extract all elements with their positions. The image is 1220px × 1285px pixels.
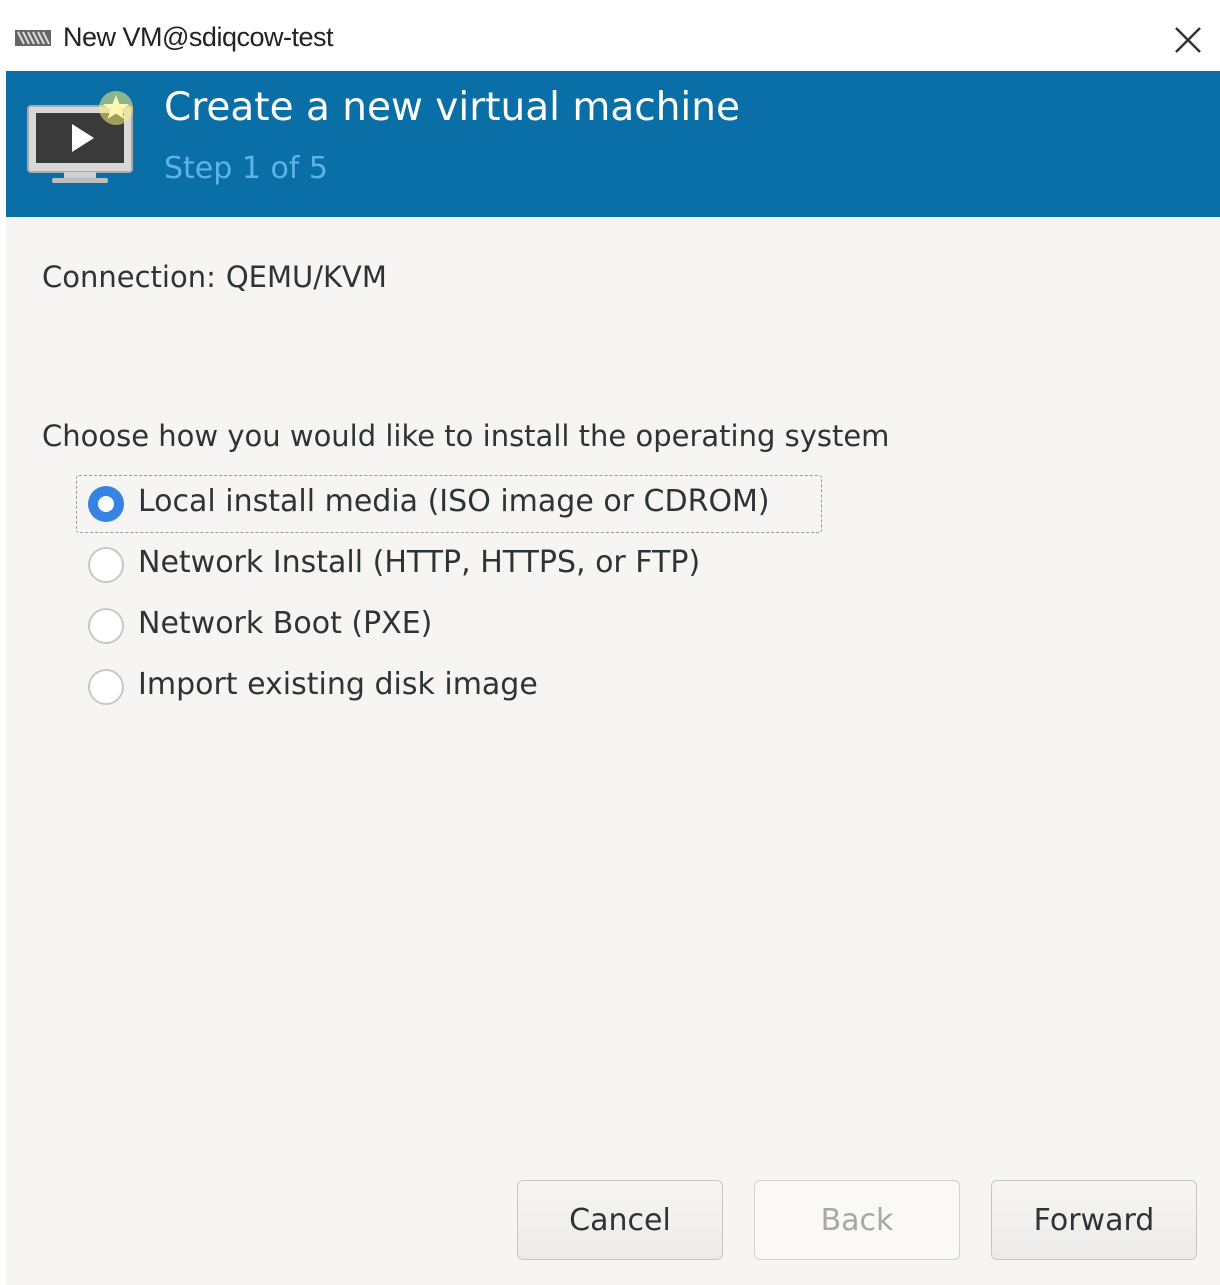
radio-network-boot[interactable]: Network Boot (PXE) [78, 600, 838, 656]
window-title: New VM@sdiqcow-test [63, 22, 333, 52]
close-button[interactable] [1170, 22, 1206, 58]
new-vm-dialog: New VM@sdiqcow-test Create a new virtual… [6, 10, 1220, 1285]
radio-local-install-media[interactable]: Local install media (ISO image or CDROM) [76, 475, 838, 534]
connection-info: Connection: QEMU/KVM [42, 260, 387, 294]
radio-network-install[interactable]: Network Install (HTTP, HTTPS, or FTP) [78, 539, 838, 595]
connection-value: QEMU/KVM [225, 260, 387, 294]
radio-button[interactable] [88, 669, 124, 705]
wizard-header: Create a new virtual machine Step 1 of 5 [6, 71, 1220, 217]
back-button[interactable]: Back [754, 1180, 960, 1260]
close-icon [1175, 27, 1201, 53]
install-method-prompt: Choose how you would like to install the… [42, 419, 890, 453]
title-bar: New VM@sdiqcow-test [6, 10, 1220, 72]
radio-label: Import existing disk image [138, 667, 538, 702]
wizard-title: Create a new virtual machine [164, 85, 740, 130]
radio-label: Network Boot (PXE) [138, 606, 433, 641]
radio-import-disk-image[interactable]: Import existing disk image [78, 661, 838, 717]
radio-button[interactable] [88, 608, 124, 644]
virt-manager-icon [14, 27, 52, 53]
radio-label: Network Install (HTTP, HTTPS, or FTP) [138, 545, 701, 580]
radio-button-checked[interactable] [88, 486, 124, 522]
connection-label: Connection: [42, 260, 216, 294]
radio-button[interactable] [88, 547, 124, 583]
cancel-button[interactable]: Cancel [517, 1180, 723, 1260]
forward-button[interactable]: Forward [991, 1180, 1197, 1260]
new-vm-monitor-icon [24, 86, 139, 190]
radio-label: Local install media (ISO image or CDROM) [138, 484, 770, 519]
wizard-step: Step 1 of 5 [164, 151, 329, 186]
